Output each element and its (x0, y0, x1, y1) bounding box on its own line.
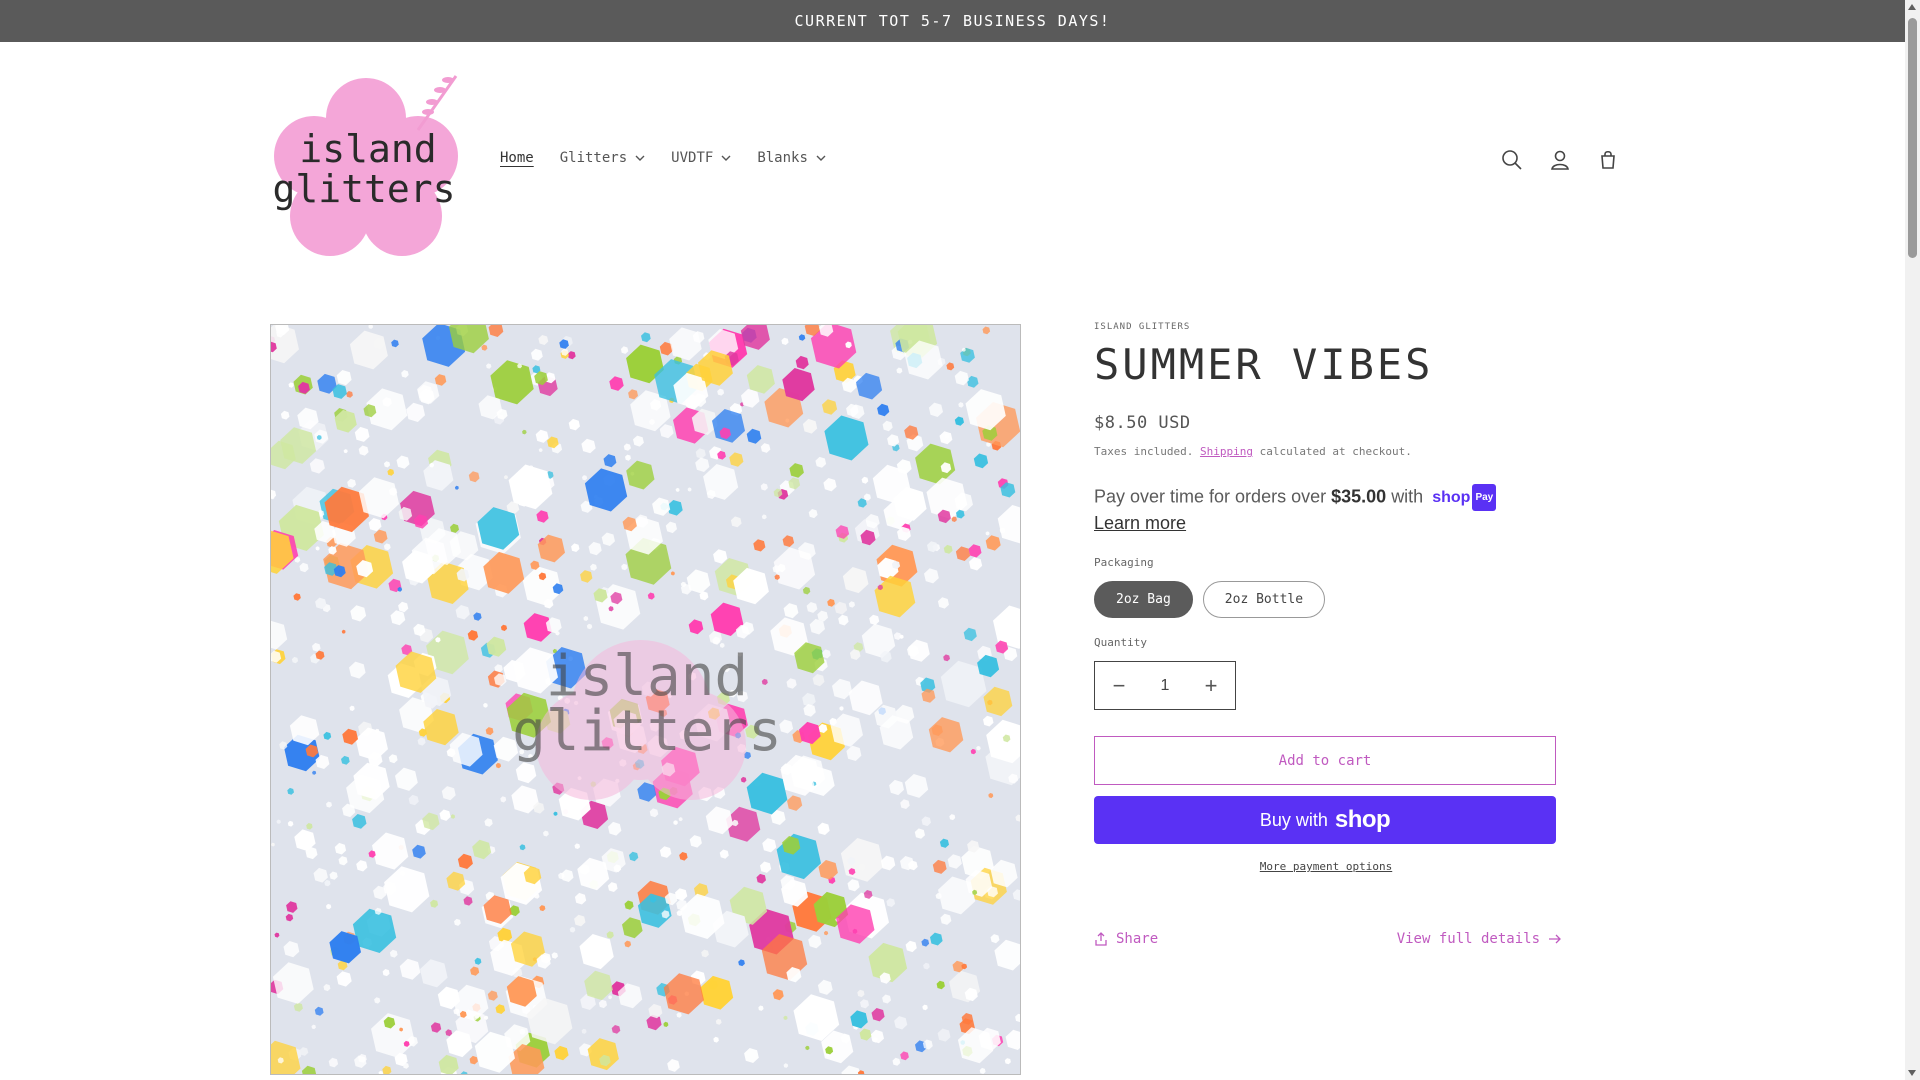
nav-blanks[interactable]: Blanks (757, 150, 826, 166)
buy-with-shop-button[interactable]: Buy with shop (1094, 796, 1556, 844)
announcement-text: CURRENT TOT 5-7 BUSINESS DAYS! (794, 12, 1111, 30)
scroll-down-arrow[interactable] (1908, 1070, 1916, 1076)
nav-blanks-label: Blanks (757, 150, 808, 166)
share-label: Share (1116, 931, 1159, 947)
scrollbar-thumb[interactable] (1908, 18, 1917, 258)
packaging-option-bottle[interactable]: 2oz Bottle (1202, 581, 1326, 618)
scroll-up-arrow[interactable] (1908, 4, 1916, 10)
quantity-input[interactable] (1140, 676, 1190, 695)
product-info: ISLAND GLITTERS SUMMER VIBES $8.50 USD T… (1094, 322, 1561, 947)
quantity-decrease-button[interactable]: − (1109, 673, 1129, 699)
logo-line2: glitters (272, 167, 455, 211)
shop-pay-logo: shop Pay (1432, 484, 1497, 511)
add-to-cart-button[interactable]: Add to cart (1094, 736, 1556, 785)
watermark-line2: glitters (512, 699, 782, 764)
nav-home-label: Home (500, 150, 534, 166)
search-icon[interactable] (1500, 148, 1524, 172)
view-full-label: View full details (1396, 931, 1540, 947)
nav-home[interactable]: Home (500, 150, 534, 166)
packaging-options: 2oz Bag 2oz Bottle (1094, 581, 1558, 618)
packaging-label: Packaging (1094, 556, 1154, 569)
arrow-right-icon (1549, 934, 1561, 944)
shipping-link[interactable]: Shipping (1200, 445, 1253, 458)
main-nav: Home Glitters UVDTF Blanks (500, 150, 826, 166)
product-actions-row: Share View full details (1094, 931, 1562, 947)
chevron-down-icon (635, 155, 645, 161)
product-image[interactable]: island glitters (270, 324, 1021, 1075)
product-vendor: ISLAND GLITTERS (1094, 322, 1191, 332)
hibiscus-logo-icon: island glitters (272, 75, 458, 256)
quantity-stepper: − + (1094, 661, 1236, 710)
share-icon (1095, 932, 1107, 946)
view-full-details-link[interactable]: View full details (1397, 931, 1562, 947)
shop-pay-word: shop (1432, 489, 1471, 506)
account-icon[interactable] (1548, 148, 1572, 172)
share-button[interactable]: Share (1094, 931, 1158, 947)
shop-pay-badge: Pay (1472, 484, 1497, 511)
product-price: $8.50 USD (1094, 413, 1191, 433)
nav-uvdtf[interactable]: UVDTF (671, 150, 731, 166)
nav-glitters[interactable]: Glitters (560, 150, 645, 166)
shop-logo: shop (1334, 806, 1391, 833)
installments-with: with (1391, 486, 1424, 507)
tax-prefix: Taxes included. (1094, 445, 1194, 458)
more-payment-options-link[interactable]: More payment options (1094, 860, 1558, 873)
tax-suffix: calculated at checkout. (1259, 445, 1412, 458)
logo-line1: island (299, 127, 436, 171)
installments-prefix: Pay over time for orders over (1094, 486, 1327, 507)
chevron-down-icon (816, 155, 826, 161)
packaging-option-bag[interactable]: 2oz Bag (1094, 581, 1193, 618)
learn-more-link[interactable]: Learn more (1094, 513, 1186, 533)
header-icons (1500, 148, 1620, 172)
installments-amount: $35.00 (1331, 486, 1387, 507)
buy-with-label: Buy with (1259, 809, 1328, 830)
glitter-photo: island glitters (271, 325, 1020, 1074)
quantity-label: Quantity (1094, 636, 1147, 649)
tax-note: Taxes included. Shipping calculated at c… (1094, 445, 1558, 458)
installments-banner: Pay over time for orders over $35.00 wit… (1094, 484, 1558, 536)
chevron-down-icon (721, 155, 731, 161)
store-logo[interactable]: island glitters (268, 70, 464, 260)
nav-glitters-label: Glitters (559, 150, 628, 166)
cart-icon[interactable] (1596, 148, 1620, 172)
nav-uvdtf-label: UVDTF (671, 150, 714, 166)
page-scrollbar[interactable] (1905, 0, 1920, 1080)
product-title: SUMMER VIBES (1094, 340, 1434, 389)
announcement-bar: CURRENT TOT 5-7 BUSINESS DAYS! (0, 0, 1905, 42)
quantity-increase-button[interactable]: + (1201, 673, 1221, 699)
